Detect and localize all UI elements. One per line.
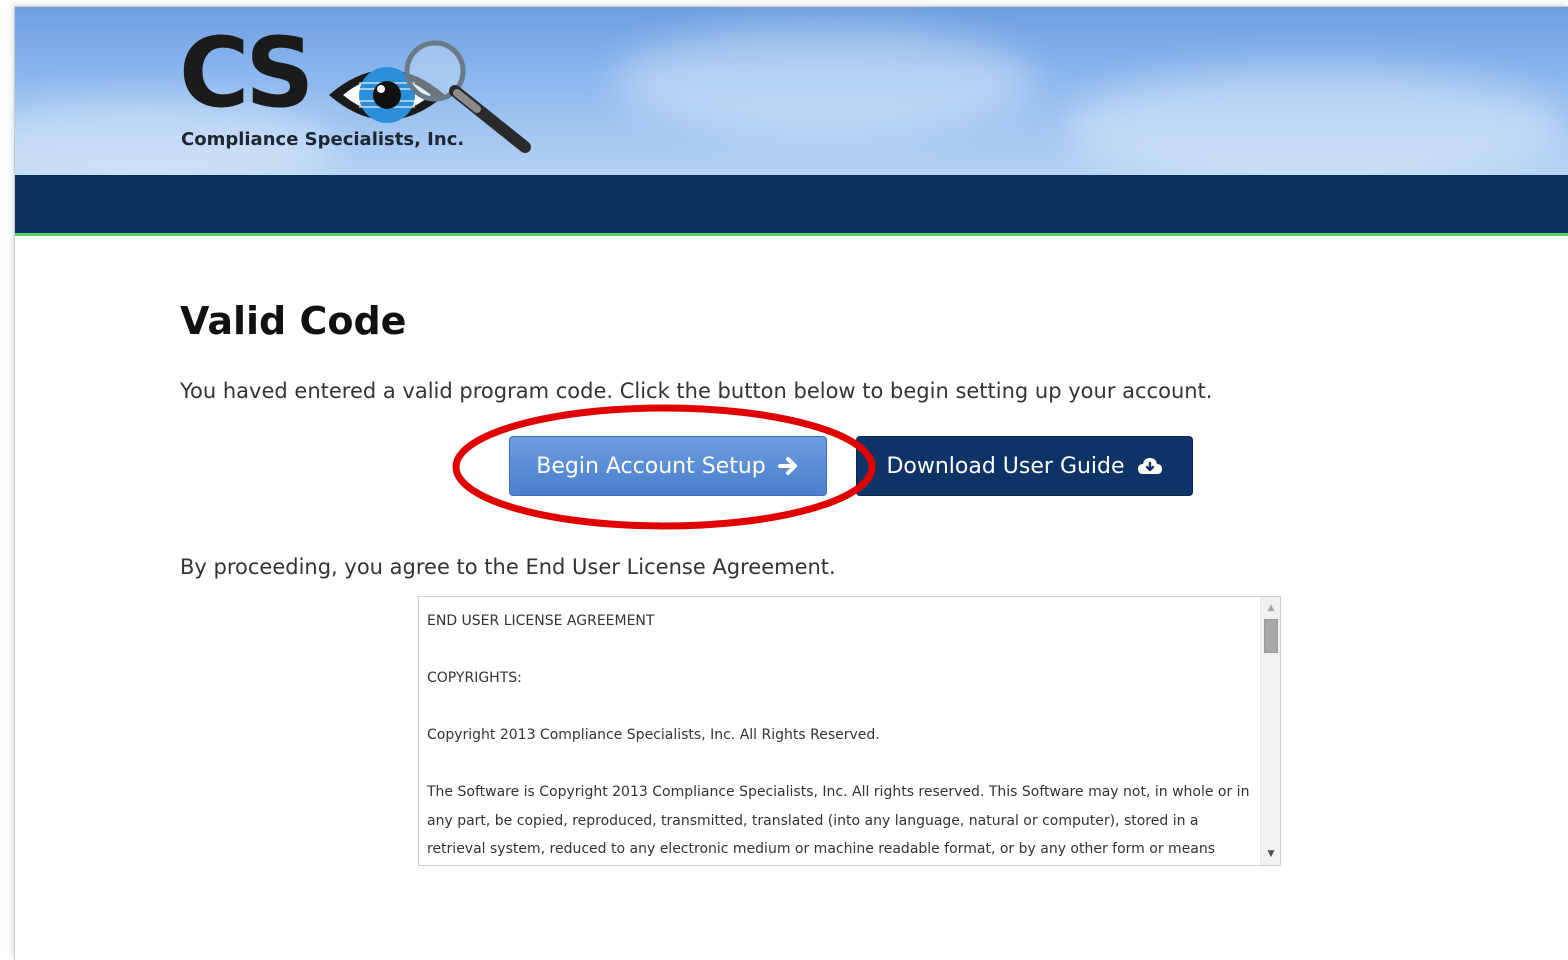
- main-content: Valid Code You haved entered a valid pro…: [15, 239, 1568, 960]
- company-logo[interactable]: CS Compliance Specialists, Inc.: [179, 21, 559, 161]
- eula-scrollbar[interactable]: ▲ ▼: [1260, 597, 1280, 865]
- eula-content: END USER LICENSE AGREEMENT COPYRIGHTS: C…: [427, 607, 1252, 864]
- header-cloud: [1065, 67, 1565, 175]
- eula-copyrights-label: COPYRIGHTS:: [427, 670, 522, 686]
- cloud-download-icon: [1137, 458, 1162, 474]
- logo-letters: CS: [179, 17, 314, 129]
- scroll-thumb[interactable]: [1264, 619, 1278, 653]
- eula-textbox[interactable]: END USER LICENSE AGREEMENT COPYRIGHTS: C…: [418, 596, 1281, 866]
- header-cloud: [615, 27, 1035, 137]
- nav-bar: [15, 175, 1568, 236]
- logo-tagline: Compliance Specialists, Inc.: [181, 129, 465, 150]
- page-title: Valid Code: [180, 299, 407, 343]
- download-user-guide-button[interactable]: Download User Guide: [856, 436, 1193, 496]
- eula-heading: END USER LICENSE AGREEMENT: [427, 613, 655, 629]
- scroll-down-arrow-icon[interactable]: ▼: [1261, 845, 1280, 863]
- arrow-right-icon: [777, 457, 797, 475]
- begin-account-setup-button[interactable]: Begin Account Setup: [509, 436, 827, 496]
- begin-button-label: Begin Account Setup: [536, 453, 766, 479]
- scroll-up-arrow-icon[interactable]: ▲: [1261, 599, 1280, 617]
- site-header: CS Compliance Specialists, Inc.: [15, 7, 1568, 175]
- page-frame: CS Compliance Specialists, Inc. Valid Co…: [14, 6, 1568, 960]
- eula-notice: By proceeding, you agree to the End User…: [180, 555, 836, 579]
- guide-button-label: Download User Guide: [886, 453, 1125, 479]
- intro-text: You haved entered a valid program code. …: [180, 379, 1213, 403]
- eula-body: The Software is Copyright 2013 Complianc…: [427, 784, 1250, 857]
- eula-copyright-line: Copyright 2013 Compliance Specialists, I…: [427, 727, 880, 743]
